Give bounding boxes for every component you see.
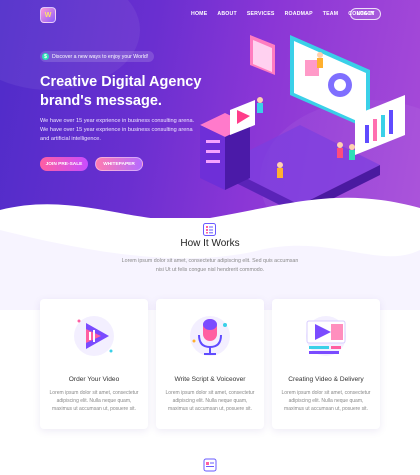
announcement-pill[interactable]: $ Discover a new ways to enjoy your Worl… — [40, 51, 155, 62]
clipboard-icon — [203, 458, 217, 472]
section-subtitle-line2: nisi Ut ut felis congue nisl hendrerit c… — [155, 267, 265, 273]
dollar-icon: $ — [42, 53, 49, 60]
card-text: Lorem ipsum dolor sit amet, consectetur … — [49, 390, 139, 412]
card-title: Write Script & Voiceover — [174, 376, 246, 383]
card-title: Creating Video & Delivery — [288, 376, 364, 383]
video-play-icon — [74, 316, 114, 356]
card-text: Lorem ipsum dolor sit amet, consectetur … — [165, 390, 255, 412]
brand-logo[interactable]: W — [40, 7, 56, 23]
video-editor-icon — [306, 316, 346, 356]
step-card-script[interactable]: Write Script & Voiceover Lorem ipsum dol… — [156, 299, 264, 429]
logo-text: W — [44, 11, 52, 19]
list-icon — [203, 223, 216, 236]
section-subtitle: Lorem ipsum dolor sit amet, consectetur … — [0, 257, 420, 275]
microphone-icon — [190, 316, 230, 356]
whitepaper-button[interactable]: WHITEPAPER — [95, 157, 143, 171]
hero-description: We have over 15 year exprience in busine… — [40, 118, 195, 142]
section-subtitle-line1: Lorem ipsum dolor sit amet, consectetur … — [121, 258, 299, 264]
card-title: Order Your Video — [68, 376, 120, 383]
step-card-order[interactable]: Order Your Video Lorem ipsum dolor sit a… — [40, 299, 148, 429]
announcement-text: Discover a new ways to enjoy your World! — [52, 53, 149, 60]
hero-section: W HOME ABOUT SERVICES ROADMAP TEAM CONTA… — [0, 0, 420, 218]
hero-wave — [0, 197, 420, 310]
step-card-delivery[interactable]: Creating Video & Delivery Lorem ipsum do… — [272, 299, 380, 429]
join-presale-button[interactable]: JOIN PRE-SALE — [40, 157, 88, 171]
card-text: Lorem ipsum dolor sit amet, consectetur … — [281, 390, 371, 412]
isometric-illustration — [200, 35, 405, 215]
section-title: How It Works — [180, 238, 240, 249]
